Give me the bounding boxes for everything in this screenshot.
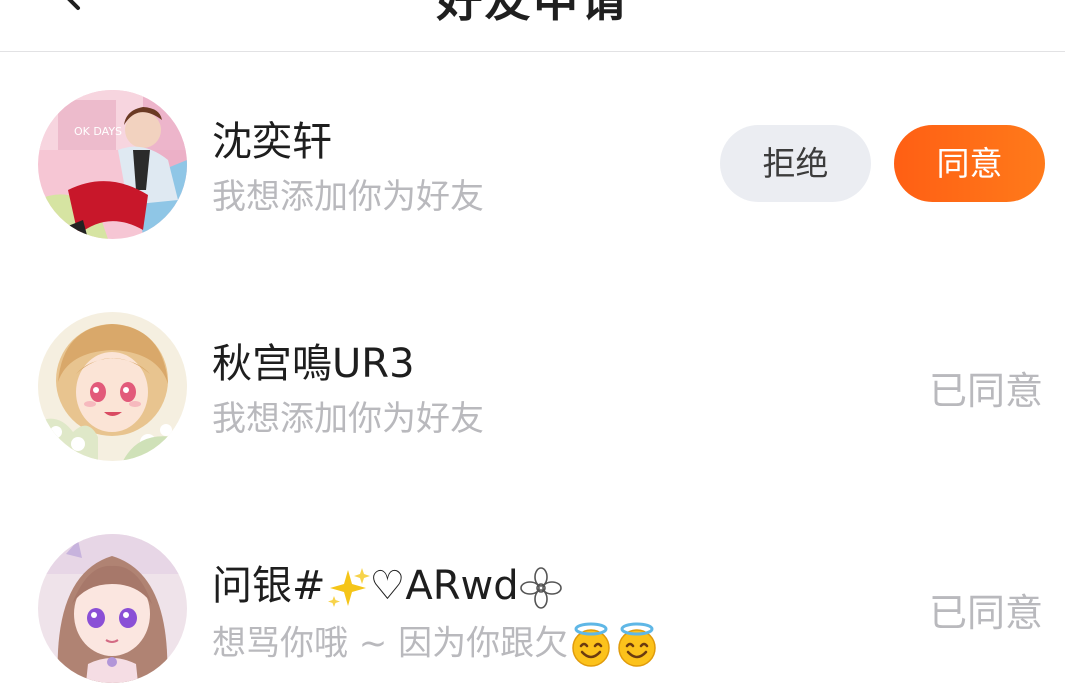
status-accepted: 已同意 [928, 369, 1043, 413]
requester-name: 秋宫鳴UR3 [212, 341, 415, 387]
requester-name-suffix: ♡ARwd [369, 563, 519, 609]
list-item[interactable]: 秋宫鳴UR3 我想添加你为好友 已同意 [0, 274, 1065, 461]
flower-icon [519, 567, 562, 609]
avatar[interactable]: OK DAYS [38, 90, 187, 239]
requester-name-text: 问银# [212, 563, 326, 609]
sparkles-icon [327, 568, 370, 607]
avatar[interactable] [38, 312, 187, 461]
list-item[interactable]: OK DAYS 沈奕轩 我想添加你为好友 拒绝 同意 [0, 52, 1065, 239]
request-message: 想骂你哦 ~ 因为你跟欠 [212, 622, 660, 668]
svg-text:OK DAYS: OK DAYS [74, 125, 122, 138]
friend-requests-screen: 好友申请 OK DAYS 沈奕轩 我想添加你为好友 拒绝 同意 秋宫鳴UR3 我… [0, 0, 1065, 692]
page-title: 好友申请 [436, 0, 629, 27]
request-message: 我想添加你为好友 [212, 399, 484, 439]
status-accepted: 已同意 [928, 591, 1043, 635]
anime-boy-avatar: OK DAYS [38, 90, 187, 239]
smiling-face-with-halo-icon [618, 622, 656, 667]
smiling-face-with-halo-icon [572, 622, 610, 667]
anime-girl-purple-eyes-avatar [38, 534, 187, 683]
requester-name: 问银# ♡ARwd [212, 566, 563, 610]
accept-button[interactable]: 同意 [894, 125, 1045, 202]
reject-button[interactable]: 拒绝 [720, 125, 871, 202]
header-bar: 好友申请 [0, 0, 1065, 52]
request-message: 我想添加你为好友 [212, 177, 484, 217]
avatar[interactable] [38, 534, 187, 683]
request-message-text: 想骂你哦 ~ 因为你跟欠 [212, 623, 569, 664]
anime-girl-blonde-avatar [38, 312, 187, 461]
requester-name: 沈奕轩 [212, 119, 332, 165]
list-item[interactable]: 问银# ♡ARwd 想骂你哦 ~ 因为你跟欠 已同意 [0, 496, 1065, 683]
